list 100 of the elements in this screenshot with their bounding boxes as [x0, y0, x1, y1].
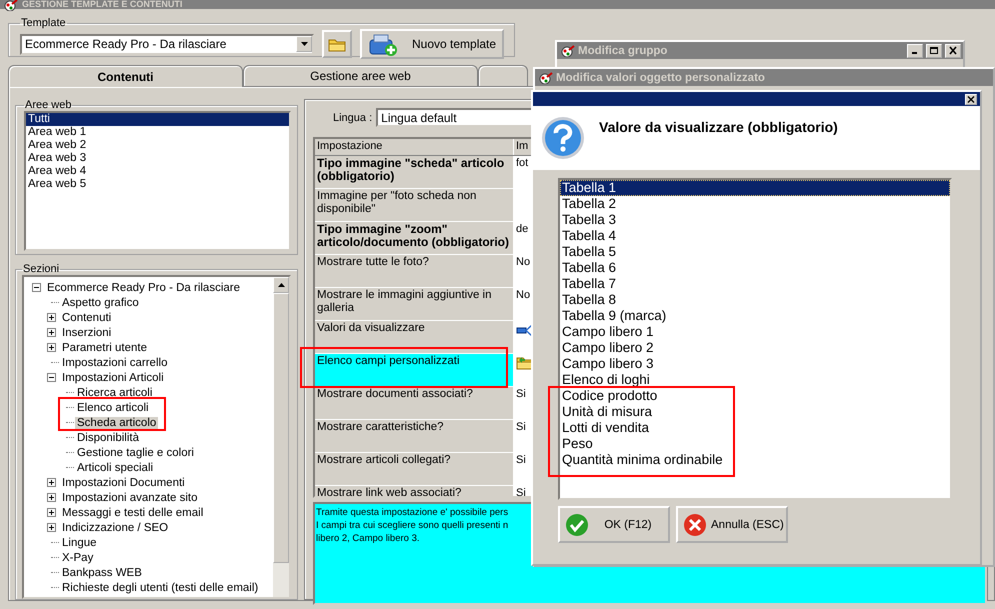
table-cell: No: [516, 256, 530, 268]
list-item[interactable]: Tabella 8: [560, 292, 950, 308]
list-item[interactable]: Tabella 4: [560, 228, 950, 244]
tree-item[interactable]: Contenuti: [60, 312, 114, 324]
close-icon: [948, 46, 958, 55]
list-item[interactable]: Tabella 1: [560, 180, 950, 196]
diagram-icon[interactable]: [516, 322, 534, 338]
list-item[interactable]: Tutti: [26, 113, 289, 126]
table-cell[interactable]: Elenco campi personalizzati: [315, 354, 514, 386]
tree-item[interactable]: Parametri utente: [60, 342, 150, 354]
list-item[interactable]: Area web 5: [26, 178, 289, 191]
list-item[interactable]: Area web 3: [26, 152, 289, 165]
list-item[interactable]: Campo libero 3: [560, 356, 950, 372]
ok-button[interactable]: OK (F12): [558, 506, 670, 543]
up-arrow-icon: [278, 283, 284, 287]
tab[interactable]: [478, 65, 528, 86]
folder-icon: [328, 36, 346, 52]
table-cell[interactable]: Mostrare le immagini aggiuntive in galleria: [315, 288, 514, 320]
cancel-button[interactable]: Annulla (ESC): [676, 506, 788, 543]
expand-icon[interactable]: [47, 493, 56, 502]
tree-item[interactable]: Elenco articoli: [75, 402, 151, 414]
list-item[interactable]: Elenco di loghi: [560, 372, 950, 388]
expand-icon[interactable]: [47, 328, 56, 337]
expand-icon[interactable]: [47, 508, 56, 517]
maximize-button[interactable]: [926, 44, 942, 58]
tree-item[interactable]: Impostazioni carrello: [60, 356, 170, 368]
dropdown-arrow-icon: [300, 42, 308, 46]
list-item[interactable]: Campo libero 2: [560, 340, 950, 356]
list-item[interactable]: Codice prodotto: [560, 388, 950, 404]
tree-item[interactable]: Inserzioni: [60, 326, 114, 338]
table-cell[interactable]: Mostrare caratteristiche?: [315, 420, 514, 452]
expand-icon[interactable]: [47, 523, 56, 532]
tree-item[interactable]: Ecommerce Ready Pro - Da rilasciare: [45, 282, 242, 294]
table-cell[interactable]: Tipo immagine "scheda" articolo (obbligatorio): [315, 156, 514, 188]
table-cell: fot: [516, 157, 528, 169]
table-cell: Si: [516, 388, 526, 400]
tree-item[interactable]: Disponibilità: [75, 432, 142, 444]
table-cell[interactable]: Mostrare documenti associati?: [315, 387, 514, 419]
question-icon: [541, 116, 585, 160]
expand-icon[interactable]: [47, 343, 56, 352]
tree-item[interactable]: Messaggi e testi delle email: [60, 506, 206, 518]
tree-item[interactable]: Richieste degli utenti (testi delle email): [60, 582, 260, 594]
toolbox-plus-icon: [368, 32, 398, 56]
minimize-button[interactable]: [907, 44, 923, 58]
new-template-button[interactable]: Nuovo template: [360, 29, 504, 59]
template-dropdown[interactable]: Ecommerce Ready Pro - Da rilasciare: [20, 34, 314, 54]
open-folder-button[interactable]: [322, 30, 352, 58]
tree-item[interactable]: Impostazioni avanzate sito: [60, 492, 200, 504]
close-button[interactable]: [945, 44, 961, 58]
group-label: Sezioni: [22, 263, 60, 275]
tab[interactable]: Gestione aree web: [243, 65, 478, 86]
table-cell[interactable]: Tipo immagine "zoom" articolo/documento (obbligatorio): [315, 222, 514, 254]
expand-icon[interactable]: [47, 478, 56, 487]
tab[interactable]: Contenuti: [8, 65, 243, 87]
list-item[interactable]: Tabella 9 (marca): [560, 308, 950, 324]
list-item[interactable]: Campo libero 1: [560, 324, 950, 340]
close-button[interactable]: [965, 94, 977, 104]
list-item[interactable]: Peso: [560, 436, 950, 452]
tree-item[interactable]: Ricerca articoli: [75, 386, 154, 398]
tree-item[interactable]: Articoli speciali: [75, 462, 156, 474]
tree-item[interactable]: Scheda articolo: [75, 416, 158, 428]
scrollbar[interactable]: [273, 277, 289, 597]
tree-item[interactable]: Indicizzazione / SEO: [60, 522, 170, 534]
tree-item[interactable]: Impostazioni Documenti: [60, 476, 187, 488]
list-item[interactable]: Tabella 2: [560, 196, 950, 212]
scroll-thumb[interactable]: [273, 293, 289, 563]
collapse-icon[interactable]: [47, 373, 56, 382]
tree-item[interactable]: Gestione taglie e colori: [75, 446, 196, 458]
cross-icon: [683, 512, 707, 536]
list-item[interactable]: Area web 1: [26, 126, 289, 139]
list-item[interactable]: Quantità minima ordinabile: [560, 452, 950, 468]
list-item[interactable]: Tabella 5: [560, 244, 950, 260]
expand-icon[interactable]: [47, 313, 56, 322]
tree-item[interactable]: Bankpass WEB: [60, 566, 144, 578]
maximize-icon: [929, 46, 939, 55]
list-item[interactable]: Area web 2: [26, 139, 289, 152]
description-text: I campi tra cui scegliere sono quelli presenti n: [316, 519, 508, 532]
language-label: Lingua :: [333, 112, 372, 124]
collapse-icon[interactable]: [32, 283, 41, 292]
table-cell[interactable]: Valori da visualizzare: [315, 321, 514, 353]
tree-item[interactable]: Aspetto grafico: [60, 296, 141, 308]
table-cell[interactable]: Mostrare link web associati?: [315, 486, 514, 496]
table-cell[interactable]: Mostrare tutte le foto?: [315, 255, 514, 287]
app-icon: [4, 0, 18, 10]
description-text: libero 2, Campo libero 3.: [316, 532, 420, 545]
list-item[interactable]: Area web 4: [26, 165, 289, 178]
table-cell[interactable]: Immagine per "foto scheda non disponibile": [315, 189, 514, 221]
table-cell[interactable]: Mostrare articoli collegati?: [315, 453, 514, 485]
tree-item[interactable]: Impostazioni Articoli: [60, 372, 166, 384]
list-item[interactable]: Unità di misura: [560, 404, 950, 420]
list-item[interactable]: Tabella 6: [560, 260, 950, 276]
close-icon: [967, 96, 975, 102]
list-item[interactable]: Lotti di vendita: [560, 420, 950, 436]
table-cell: Si: [516, 454, 526, 466]
tree-item[interactable]: Lingue: [60, 536, 99, 548]
list-item[interactable]: Tabella 3: [560, 212, 950, 228]
group-label: Aree web: [24, 99, 72, 111]
scroll-up-button[interactable]: [273, 277, 289, 293]
tree-item[interactable]: X-Pay: [60, 552, 96, 564]
list-item[interactable]: Tabella 7: [560, 276, 950, 292]
